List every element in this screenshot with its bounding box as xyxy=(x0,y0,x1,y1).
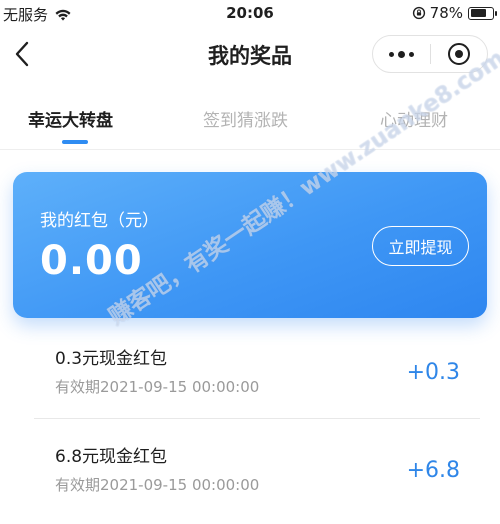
red-packet-balance-card: 我的红包（元） 0.00 立即提现 xyxy=(13,172,487,318)
balance-amount: 0.00 xyxy=(40,238,143,284)
reward-expiry: 有效期2021-09-15 00:00:00 xyxy=(55,476,260,494)
more-dot-icon xyxy=(408,51,414,57)
battery-percent: 78% xyxy=(429,4,463,22)
active-tab-indicator xyxy=(62,140,88,144)
list-divider xyxy=(34,418,480,419)
list-item: 0.3元现金红包 有效期2021-09-15 00:00:00 +0.3 xyxy=(0,330,500,428)
target-close-icon xyxy=(447,43,470,65)
nav-header: 我的奖品 xyxy=(0,28,500,80)
balance-label: 我的红包（元） xyxy=(40,211,159,231)
tab-lucky-wheel[interactable]: 幸运大转盘 xyxy=(28,106,113,131)
reward-title: 6.8元现金红包 xyxy=(55,447,168,467)
battery-icon xyxy=(468,6,497,20)
more-dot-icon xyxy=(388,51,394,57)
reward-title: 0.3元现金红包 xyxy=(55,349,168,369)
close-button[interactable] xyxy=(430,36,487,72)
more-dot-icon xyxy=(397,50,405,58)
reward-amount: +6.8 xyxy=(406,458,460,483)
status-bar: 无服务 20:06 78% xyxy=(0,0,500,28)
tabs-divider xyxy=(0,149,500,150)
tab-checkin-guess[interactable]: 签到猜涨跌 xyxy=(203,106,288,131)
status-right: 78% xyxy=(412,4,497,22)
my-prizes-page: 无服务 20:06 78% 我的奖品 幸运大转盘 签到猜涨跌 心动理财 我的红包… xyxy=(0,0,500,524)
tab-finance[interactable]: 心动理财 xyxy=(380,106,448,131)
tab-bar: 幸运大转盘 签到猜涨跌 心动理财 xyxy=(0,100,500,144)
rotation-lock-icon xyxy=(412,6,425,20)
reward-expiry: 有效期2021-09-15 00:00:00 xyxy=(55,378,260,396)
list-item: 6.8元现金红包 有效期2021-09-15 00:00:00 +6.8 xyxy=(0,428,500,524)
reward-amount: +0.3 xyxy=(406,360,460,385)
more-button[interactable] xyxy=(373,36,430,72)
mini-program-capsule xyxy=(372,35,488,73)
withdraw-button[interactable]: 立即提现 xyxy=(372,226,469,266)
battery-fill xyxy=(470,9,487,17)
